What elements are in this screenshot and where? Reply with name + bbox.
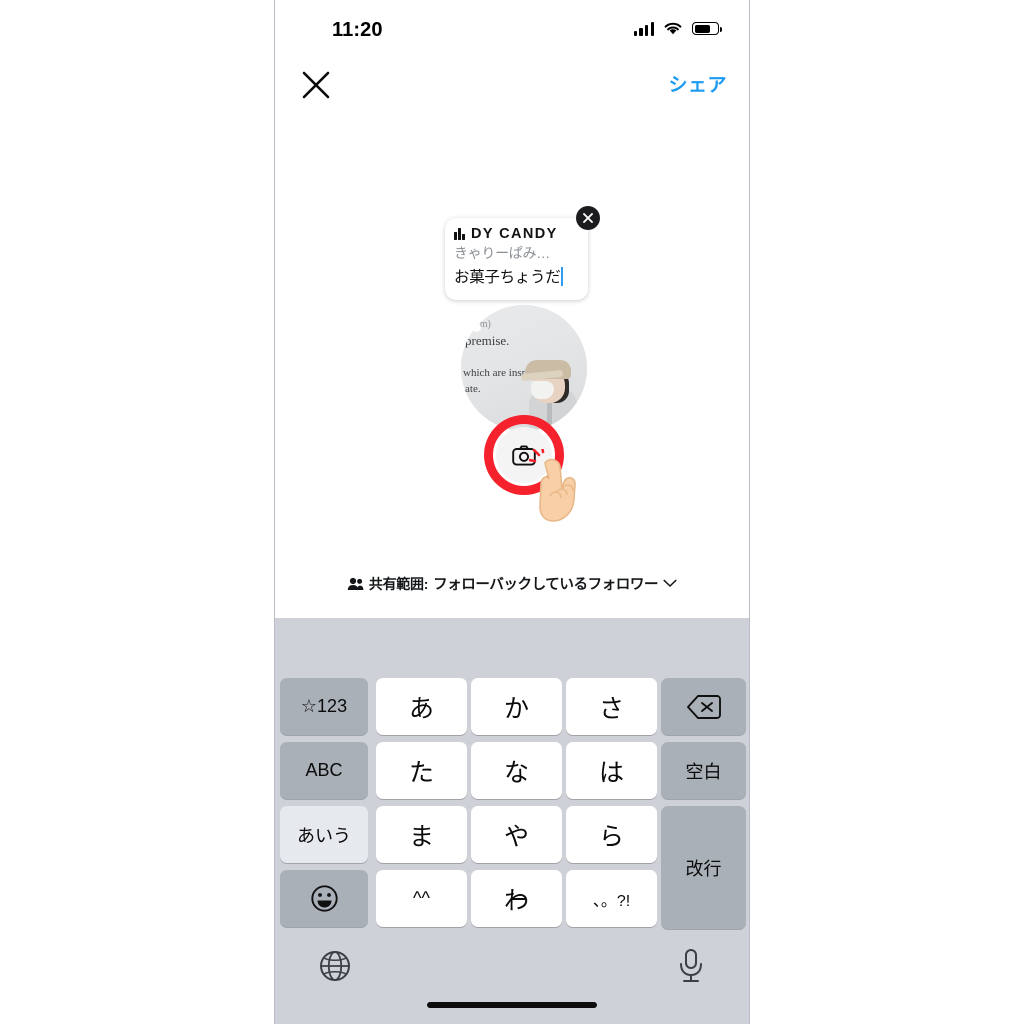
key-return[interactable]: 改行 (661, 806, 746, 929)
key-symbols-123[interactable]: ☆123 (280, 678, 368, 735)
share-button[interactable]: シェア (668, 70, 727, 97)
globe-icon (320, 951, 350, 981)
text-cursor (561, 266, 564, 286)
status-icon-group (633, 21, 722, 36)
battery-icon (692, 22, 722, 35)
song-title-row: DY CANDY (445, 226, 588, 242)
tap-hand-cursor-icon (529, 449, 576, 522)
key-delete[interactable] (661, 678, 746, 735)
key-kaomoji[interactable]: ^^ (376, 870, 467, 927)
keyboard-bottom-bar (275, 930, 749, 1024)
media-thumbnail[interactable]: germ) premise. which are insp ate. (461, 305, 587, 431)
composer-canvas[interactable]: germ) premise. which are insp ate. DY CA… (275, 114, 749, 618)
composed-text-value: お菓子ちょうだ (454, 269, 561, 286)
keyboard: ☆123 あ か さ ABC た な は 空白あいう ま や ら改行 ^^ わ 、。?! (275, 618, 749, 1024)
music-equalizer-icon (454, 228, 465, 240)
key-label: か (503, 694, 529, 723)
phone-screen: 11:20 シェア germ) premise (274, 0, 750, 1024)
song-title: DY CANDY (470, 226, 558, 242)
key-wa[interactable]: わ (471, 870, 562, 927)
music-text-card[interactable]: DY CANDY きゃりーぱみ… お菓子ちょうだ (445, 206, 600, 300)
key-ka[interactable]: か (471, 678, 562, 735)
key-label: ☆123 (300, 696, 348, 716)
nav-bar: シェア (275, 56, 749, 114)
globe-key[interactable] (318, 949, 352, 983)
key-label: ら (598, 822, 624, 851)
key-kana-aiu[interactable]: あいう (280, 806, 368, 863)
status-bar: 11:20 (275, 0, 749, 56)
key-label: 、。?! (592, 892, 631, 910)
key-label: た (408, 758, 434, 787)
key-label: さ (598, 694, 624, 723)
key-space[interactable]: 空白 (661, 742, 746, 799)
key-label: あいう (297, 825, 351, 846)
wifi-icon (664, 22, 682, 35)
photo-highlight-dot (472, 323, 481, 332)
card-close-button[interactable] (576, 206, 600, 230)
key-punctuation[interactable]: 、。?! (566, 870, 657, 927)
chevron-down-icon (663, 579, 677, 588)
photo-text-3: which are insp (463, 367, 528, 379)
key-ha[interactable]: は (566, 742, 657, 799)
key-label: な (503, 758, 529, 787)
key-label: ^^ (413, 888, 430, 908)
photo-text-4: ate. (465, 383, 481, 395)
microphone-key[interactable] (676, 948, 706, 984)
share-scope-value: フォローバックしているフォロワー (433, 577, 659, 593)
key-abc[interactable]: ABC (280, 742, 368, 799)
people-icon (347, 577, 364, 590)
share-scope-row[interactable]: 共有範囲: フォローバックしているフォロワー (275, 573, 749, 594)
key-label: わ (503, 886, 529, 915)
close-icon (302, 71, 330, 99)
key-ta[interactable]: た (376, 742, 467, 799)
status-time: 11:20 (332, 19, 383, 41)
share-scope-label: 共有範囲: (368, 575, 429, 592)
composed-text-input[interactable]: お菓子ちょうだ (445, 265, 588, 287)
key-label: 改行 (685, 858, 722, 879)
key-sa[interactable]: さ (566, 678, 657, 735)
key-label: ま (408, 822, 434, 851)
close-button[interactable] (297, 66, 335, 104)
key-label: 空白 (685, 761, 722, 782)
microphone-icon (680, 949, 702, 982)
backspace-icon (686, 694, 721, 719)
key-emoji[interactable] (280, 870, 368, 927)
key-label: あ (408, 694, 434, 723)
close-icon (583, 213, 593, 223)
key-na[interactable]: な (471, 742, 562, 799)
key-label: ABC (305, 760, 343, 780)
key-label: や (503, 822, 529, 851)
key-ra[interactable]: ら (566, 806, 657, 863)
cellular-signal-icon (633, 21, 654, 36)
key-ma[interactable]: ま (376, 806, 467, 863)
song-artist: きゃりーぱみ… (454, 245, 550, 261)
home-indicator (427, 1002, 597, 1008)
key-ya[interactable]: や (471, 806, 562, 863)
key-label: は (598, 758, 624, 787)
key-a[interactable]: あ (376, 678, 467, 735)
emoji-smiley-icon (310, 885, 338, 912)
photo-text-2: premise. (465, 333, 510, 348)
keyboard-keys: ☆123 あ か さ ABC た な は 空白あいう ま や ら改行 ^^ わ 、。?! (280, 678, 746, 930)
